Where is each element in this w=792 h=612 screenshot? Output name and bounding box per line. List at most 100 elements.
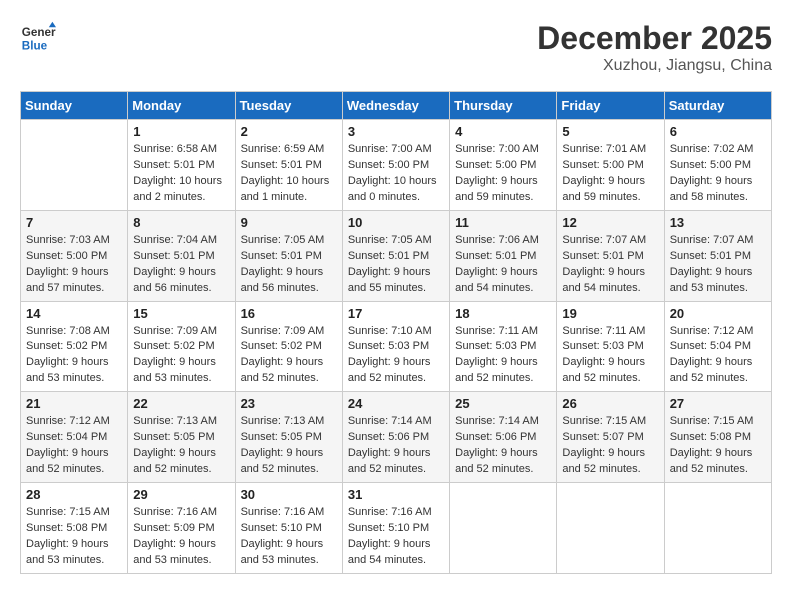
weekday-header-monday: Monday bbox=[128, 92, 235, 120]
day-detail: Sunrise: 7:15 AMSunset: 5:08 PMDaylight:… bbox=[670, 414, 766, 478]
calendar-cell: 1 Sunrise: 6:58 AMSunset: 5:01 PMDaylight… bbox=[128, 120, 235, 211]
weekday-header-sunday: Sunday bbox=[21, 92, 128, 120]
day-number: 17 bbox=[348, 306, 444, 321]
calendar-cell bbox=[664, 483, 771, 574]
calendar-cell: 5 Sunrise: 7:01 AMSunset: 5:00 PMDaylight… bbox=[557, 120, 664, 211]
day-detail: Sunrise: 7:09 AMSunset: 5:02 PMDaylight:… bbox=[133, 324, 229, 388]
calendar-cell: 6 Sunrise: 7:02 AMSunset: 5:00 PMDaylight… bbox=[664, 120, 771, 211]
day-detail: Sunrise: 7:06 AMSunset: 5:01 PMDaylight:… bbox=[455, 233, 551, 297]
calendar-cell: 21 Sunrise: 7:12 AMSunset: 5:04 PMDayligh… bbox=[21, 392, 128, 483]
calendar-cell: 12 Sunrise: 7:07 AMSunset: 5:01 PMDayligh… bbox=[557, 210, 664, 301]
calendar-cell: 15 Sunrise: 7:09 AMSunset: 5:02 PMDayligh… bbox=[128, 301, 235, 392]
day-detail: Sunrise: 7:08 AMSunset: 5:02 PMDaylight:… bbox=[26, 324, 122, 388]
day-detail: Sunrise: 7:13 AMSunset: 5:05 PMDaylight:… bbox=[133, 414, 229, 478]
day-detail: Sunrise: 6:59 AMSunset: 5:01 PMDaylight:… bbox=[241, 142, 337, 206]
weekday-header-saturday: Saturday bbox=[664, 92, 771, 120]
weekday-header-thursday: Thursday bbox=[450, 92, 557, 120]
day-number: 5 bbox=[562, 124, 658, 139]
day-number: 4 bbox=[455, 124, 551, 139]
day-number: 21 bbox=[26, 396, 122, 411]
day-detail: Sunrise: 7:11 AMSunset: 5:03 PMDaylight:… bbox=[455, 324, 551, 388]
day-detail: Sunrise: 7:02 AMSunset: 5:00 PMDaylight:… bbox=[670, 142, 766, 206]
calendar-cell: 22Sunrise: 7:13 AMSunset: 5:05 PMDayligh… bbox=[128, 392, 235, 483]
day-detail: Sunrise: 7:14 AMSunset: 5:06 PMDaylight:… bbox=[455, 414, 551, 478]
page-title: December 2025 bbox=[537, 20, 772, 57]
day-detail: Sunrise: 7:15 AMSunset: 5:07 PMDaylight:… bbox=[562, 414, 658, 478]
calendar-cell: 28Sunrise: 7:15 AMSunset: 5:08 PMDayligh… bbox=[21, 483, 128, 574]
day-detail: Sunrise: 7:16 AMSunset: 5:10 PMDaylight:… bbox=[241, 505, 337, 569]
day-detail: Sunrise: 7:03 AMSunset: 5:00 PMDaylight:… bbox=[26, 233, 122, 297]
day-detail: Sunrise: 7:16 AMSunset: 5:09 PMDaylight:… bbox=[133, 505, 229, 569]
calendar-cell: 14 Sunrise: 7:08 AMSunset: 5:02 PMDayligh… bbox=[21, 301, 128, 392]
title-block: December 2025 Xuzhou, Jiangsu, China bbox=[537, 20, 772, 75]
weekday-header-friday: Friday bbox=[557, 92, 664, 120]
day-number: 16 bbox=[241, 306, 337, 321]
day-detail: Sunrise: 7:12 AMSunset: 5:04 PMDaylight:… bbox=[26, 414, 122, 478]
weekday-header-tuesday: Tuesday bbox=[235, 92, 342, 120]
day-detail: Sunrise: 7:05 AMSunset: 5:01 PMDaylight:… bbox=[348, 233, 444, 297]
svg-text:General: General bbox=[22, 26, 56, 39]
calendar-cell: 25Sunrise: 7:14 AMSunset: 5:06 PMDayligh… bbox=[450, 392, 557, 483]
calendar-cell: 18 Sunrise: 7:11 AMSunset: 5:03 PMDayligh… bbox=[450, 301, 557, 392]
calendar-table: SundayMondayTuesdayWednesdayThursdayFrid… bbox=[20, 91, 772, 574]
day-number: 20 bbox=[670, 306, 766, 321]
calendar-cell: 17 Sunrise: 7:10 AMSunset: 5:03 PMDayligh… bbox=[342, 301, 449, 392]
day-number: 11 bbox=[455, 215, 551, 230]
day-number: 3 bbox=[348, 124, 444, 139]
calendar-cell: 29 Sunrise: 7:16 AMSunset: 5:09 PMDayligh… bbox=[128, 483, 235, 574]
day-number: 29 bbox=[133, 487, 229, 502]
calendar-cell: 7 Sunrise: 7:03 AMSunset: 5:00 PMDaylight… bbox=[21, 210, 128, 301]
day-detail: Sunrise: 7:01 AMSunset: 5:00 PMDaylight:… bbox=[562, 142, 658, 206]
day-detail: Sunrise: 7:16 AMSunset: 5:10 PMDaylight:… bbox=[348, 505, 444, 569]
logo: General Blue bbox=[20, 20, 56, 56]
day-number: 12 bbox=[562, 215, 658, 230]
calendar-cell: 20 Sunrise: 7:12 AMSunset: 5:04 PMDayligh… bbox=[664, 301, 771, 392]
calendar-cell: 10 Sunrise: 7:05 AMSunset: 5:01 PMDayligh… bbox=[342, 210, 449, 301]
calendar-cell bbox=[450, 483, 557, 574]
day-number: 30 bbox=[241, 487, 337, 502]
calendar-cell: 16 Sunrise: 7:09 AMSunset: 5:02 PMDayligh… bbox=[235, 301, 342, 392]
weekday-header-wednesday: Wednesday bbox=[342, 92, 449, 120]
day-number: 6 bbox=[670, 124, 766, 139]
day-detail: Sunrise: 7:10 AMSunset: 5:03 PMDaylight:… bbox=[348, 324, 444, 388]
calendar-cell: 19 Sunrise: 7:11 AMSunset: 5:03 PMDayligh… bbox=[557, 301, 664, 392]
day-number: 24 bbox=[348, 396, 444, 411]
calendar-cell: 26 Sunrise: 7:15 AMSunset: 5:07 PMDayligh… bbox=[557, 392, 664, 483]
page-header: General Blue December 2025 Xuzhou, Jiang… bbox=[20, 20, 772, 75]
day-number: 1 bbox=[133, 124, 229, 139]
day-number: 19 bbox=[562, 306, 658, 321]
page-subtitle: Xuzhou, Jiangsu, China bbox=[537, 57, 772, 75]
day-number: 26 bbox=[562, 396, 658, 411]
day-detail: Sunrise: 7:05 AMSunset: 5:01 PMDaylight:… bbox=[241, 233, 337, 297]
day-detail: Sunrise: 7:14 AMSunset: 5:06 PMDaylight:… bbox=[348, 414, 444, 478]
day-detail: Sunrise: 7:11 AMSunset: 5:03 PMDaylight:… bbox=[562, 324, 658, 388]
calendar-cell: 11 Sunrise: 7:06 AMSunset: 5:01 PMDayligh… bbox=[450, 210, 557, 301]
calendar-cell: 30 Sunrise: 7:16 AMSunset: 5:10 PMDayligh… bbox=[235, 483, 342, 574]
calendar-cell: 24 Sunrise: 7:14 AMSunset: 5:06 PMDayligh… bbox=[342, 392, 449, 483]
day-detail: Sunrise: 7:12 AMSunset: 5:04 PMDaylight:… bbox=[670, 324, 766, 388]
day-number: 14 bbox=[26, 306, 122, 321]
calendar-cell: 3 Sunrise: 7:00 AMSunset: 5:00 PMDaylight… bbox=[342, 120, 449, 211]
day-detail: Sunrise: 7:13 AMSunset: 5:05 PMDaylight:… bbox=[241, 414, 337, 478]
calendar-cell: 27 Sunrise: 7:15 AMSunset: 5:08 PMDayligh… bbox=[664, 392, 771, 483]
day-detail: Sunrise: 7:04 AMSunset: 5:01 PMDaylight:… bbox=[133, 233, 229, 297]
calendar-cell bbox=[21, 120, 128, 211]
calendar-cell: 23 Sunrise: 7:13 AMSunset: 5:05 PMDayligh… bbox=[235, 392, 342, 483]
calendar-cell: 13 Sunrise: 7:07 AMSunset: 5:01 PMDayligh… bbox=[664, 210, 771, 301]
day-number: 13 bbox=[670, 215, 766, 230]
day-detail: Sunrise: 7:09 AMSunset: 5:02 PMDaylight:… bbox=[241, 324, 337, 388]
day-detail: Sunrise: 7:07 AMSunset: 5:01 PMDaylight:… bbox=[670, 233, 766, 297]
day-detail: Sunrise: 6:58 AMSunset: 5:01 PMDaylight:… bbox=[133, 142, 229, 206]
day-detail: Sunrise: 7:07 AMSunset: 5:01 PMDaylight:… bbox=[562, 233, 658, 297]
day-number: 8 bbox=[133, 215, 229, 230]
day-number: 23 bbox=[241, 396, 337, 411]
day-number: 27 bbox=[670, 396, 766, 411]
day-number: 7 bbox=[26, 215, 122, 230]
day-detail: Sunrise: 7:00 AMSunset: 5:00 PMDaylight:… bbox=[455, 142, 551, 206]
day-detail: Sunrise: 7:00 AMSunset: 5:00 PMDaylight:… bbox=[348, 142, 444, 206]
day-number: 18 bbox=[455, 306, 551, 321]
day-number: 31 bbox=[348, 487, 444, 502]
day-detail: Sunrise: 7:15 AMSunset: 5:08 PMDaylight:… bbox=[26, 505, 122, 569]
day-number: 15 bbox=[133, 306, 229, 321]
day-number: 10 bbox=[348, 215, 444, 230]
